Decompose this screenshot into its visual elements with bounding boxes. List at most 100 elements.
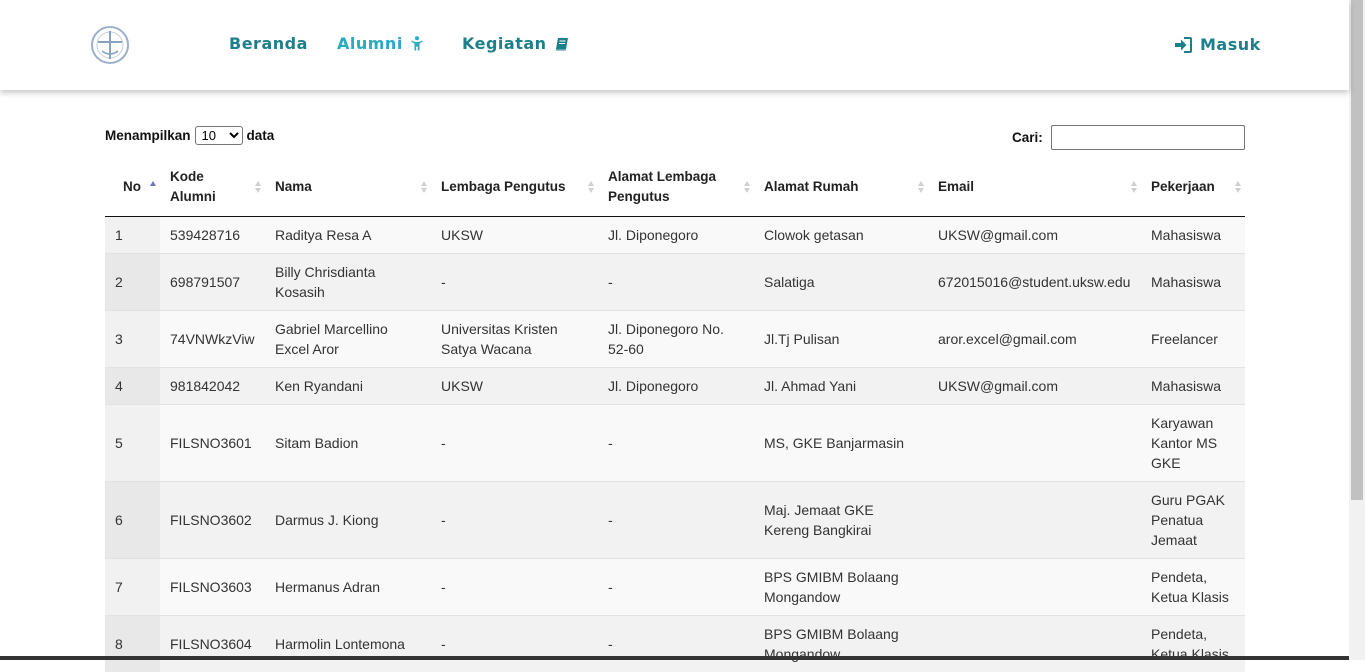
person-icon bbox=[411, 36, 423, 51]
table-cell: 8 bbox=[105, 616, 160, 672]
sort-icon bbox=[255, 181, 261, 193]
table-cell: Billy Chrisdianta Kosasih bbox=[265, 254, 431, 311]
table-cell: Raditya Resa A bbox=[265, 217, 431, 254]
column-header-3[interactable]: Lembaga Pengutus bbox=[431, 158, 598, 217]
column-header-label: Nama bbox=[275, 179, 312, 194]
table-cell: 3 bbox=[105, 311, 160, 368]
nav-beranda[interactable]: Beranda bbox=[229, 34, 308, 53]
table-cell: Jl. Diponegoro bbox=[598, 217, 754, 254]
table-cell: 6 bbox=[105, 482, 160, 559]
table-cell: Freelancer bbox=[1141, 311, 1245, 368]
table-row: 1539428716Raditya Resa AUKSWJl. Diponego… bbox=[105, 217, 1245, 254]
table-cell: MS, GKE Banjarmasin bbox=[754, 405, 928, 482]
table-cell: 1 bbox=[105, 217, 160, 254]
login-label: Masuk bbox=[1200, 35, 1261, 54]
column-header-5[interactable]: Alamat Rumah bbox=[754, 158, 928, 217]
table-cell: 4 bbox=[105, 368, 160, 405]
search-input[interactable] bbox=[1051, 125, 1245, 150]
table-cell bbox=[928, 559, 1141, 616]
scrollbar-thumb[interactable] bbox=[1351, 0, 1363, 500]
table-cell: - bbox=[431, 482, 598, 559]
table-row: 5FILSNO3601Sitam Badion--MS, GKE Banjarm… bbox=[105, 405, 1245, 482]
table-cell: Karyawan Kantor MS GKE bbox=[1141, 405, 1245, 482]
table-cell: UKSW bbox=[431, 368, 598, 405]
table-cell: Guru PGAK Penatua Jemaat bbox=[1141, 482, 1245, 559]
column-header-label: Kode Alumni bbox=[170, 169, 216, 204]
table-row: 2698791507Billy Chrisdianta Kosasih--Sal… bbox=[105, 254, 1245, 311]
table-cell: 7 bbox=[105, 559, 160, 616]
sort-icon bbox=[918, 181, 924, 193]
table-row: 6FILSNO3602Darmus J. Kiong--Maj. Jemaat … bbox=[105, 482, 1245, 559]
sort-icon bbox=[1131, 181, 1137, 193]
column-header-label: Alamat Lembaga Pengutus bbox=[608, 169, 716, 204]
column-header-label: No bbox=[123, 179, 141, 194]
alumni-table: No Kode Alumni Nama Lembaga Pengutus Alamat … bbox=[105, 158, 1245, 672]
column-header-2[interactable]: Nama bbox=[265, 158, 431, 217]
nav-kegiatan-label: Kegiatan bbox=[462, 34, 547, 53]
table-cell: FILSNO3604 bbox=[160, 616, 265, 672]
table-cell: - bbox=[598, 405, 754, 482]
table-cell: FILSNO3601 bbox=[160, 405, 265, 482]
table-cell: aror.excel@gmail.com bbox=[928, 311, 1141, 368]
table-cell: Salatiga bbox=[754, 254, 928, 311]
column-header-4[interactable]: Alamat Lembaga Pengutus bbox=[598, 158, 754, 217]
table-cell: Ken Ryandani bbox=[265, 368, 431, 405]
column-header-label: Pekerjaan bbox=[1151, 179, 1215, 194]
table-row: 374VNWkzViwGabriel Marcellino Excel Aror… bbox=[105, 311, 1245, 368]
table-cell: UKSW@gmail.com bbox=[928, 368, 1141, 405]
table-cell: Clowok getasan bbox=[754, 217, 928, 254]
table-cell: BPS GMIBM Bolaang Mongandow bbox=[754, 559, 928, 616]
search-label: Cari: bbox=[1012, 130, 1043, 145]
column-header-label: Email bbox=[938, 179, 974, 194]
page-length-control: Menampilkan 10 data bbox=[105, 126, 274, 145]
table-cell bbox=[928, 405, 1141, 482]
table-cell: 5 bbox=[105, 405, 160, 482]
sort-icon bbox=[744, 181, 750, 193]
table-cell bbox=[928, 616, 1141, 672]
column-header-0[interactable]: No bbox=[105, 158, 160, 217]
search-control: Cari: bbox=[1012, 125, 1245, 150]
table-cell: - bbox=[598, 559, 754, 616]
column-header-6[interactable]: Email bbox=[928, 158, 1141, 217]
navbar: Beranda Alumni Kegiatan Masuk bbox=[0, 0, 1349, 90]
nav-beranda-label: Beranda bbox=[229, 34, 308, 53]
table-row: 7FILSNO3603Hermanus Adran--BPS GMIBM Bol… bbox=[105, 559, 1245, 616]
table-cell: - bbox=[598, 616, 754, 672]
nav-alumni[interactable]: Alumni bbox=[337, 34, 423, 53]
column-header-7[interactable]: Pekerjaan bbox=[1141, 158, 1245, 217]
page-length-prefix: Menampilkan bbox=[105, 128, 191, 143]
table-cell: Pendeta, Ketua Klasis bbox=[1141, 616, 1245, 672]
column-header-label: Alamat Rumah bbox=[764, 179, 859, 194]
table-cell: Hermanus Adran bbox=[265, 559, 431, 616]
table-cell: - bbox=[431, 616, 598, 672]
column-header-1[interactable]: Kode Alumni bbox=[160, 158, 265, 217]
table-cell: Mahasiswa bbox=[1141, 368, 1245, 405]
bottom-bar bbox=[0, 656, 1349, 660]
table-row: 8FILSNO3604Harmolin Lontemona--BPS GMIBM… bbox=[105, 616, 1245, 672]
page-length-select[interactable]: 10 bbox=[195, 126, 243, 145]
table-cell: Harmolin Lontemona bbox=[265, 616, 431, 672]
sort-icon bbox=[421, 181, 427, 193]
table-cell: - bbox=[598, 254, 754, 311]
table-cell: Universitas Kristen Satya Wacana bbox=[431, 311, 598, 368]
sort-icon bbox=[588, 181, 594, 193]
table-cell: 2 bbox=[105, 254, 160, 311]
login-button[interactable]: Masuk bbox=[1174, 35, 1261, 54]
table-body: 1539428716Raditya Resa AUKSWJl. Diponego… bbox=[105, 217, 1245, 672]
table-cell: Jl. Diponegoro No. 52-60 bbox=[598, 311, 754, 368]
nav-kegiatan[interactable]: Kegiatan bbox=[462, 34, 569, 53]
table-cell: Jl. Diponegoro bbox=[598, 368, 754, 405]
table-cell: Jl.Tj Pulisan bbox=[754, 311, 928, 368]
table-cell: FILSNO3603 bbox=[160, 559, 265, 616]
table-header-row: No Kode Alumni Nama Lembaga Pengutus Alamat … bbox=[105, 158, 1245, 217]
table-cell bbox=[928, 482, 1141, 559]
church-logo[interactable] bbox=[88, 25, 132, 65]
sign-in-icon bbox=[1174, 37, 1192, 53]
scrollbar[interactable] bbox=[1349, 0, 1365, 660]
table-cell: UKSW bbox=[431, 217, 598, 254]
table-cell: - bbox=[431, 254, 598, 311]
table-cell: - bbox=[431, 405, 598, 482]
table-cell: Jl. Ahmad Yani bbox=[754, 368, 928, 405]
table-cell: Pendeta, Ketua Klasis bbox=[1141, 559, 1245, 616]
table-cell: Darmus J. Kiong bbox=[265, 482, 431, 559]
